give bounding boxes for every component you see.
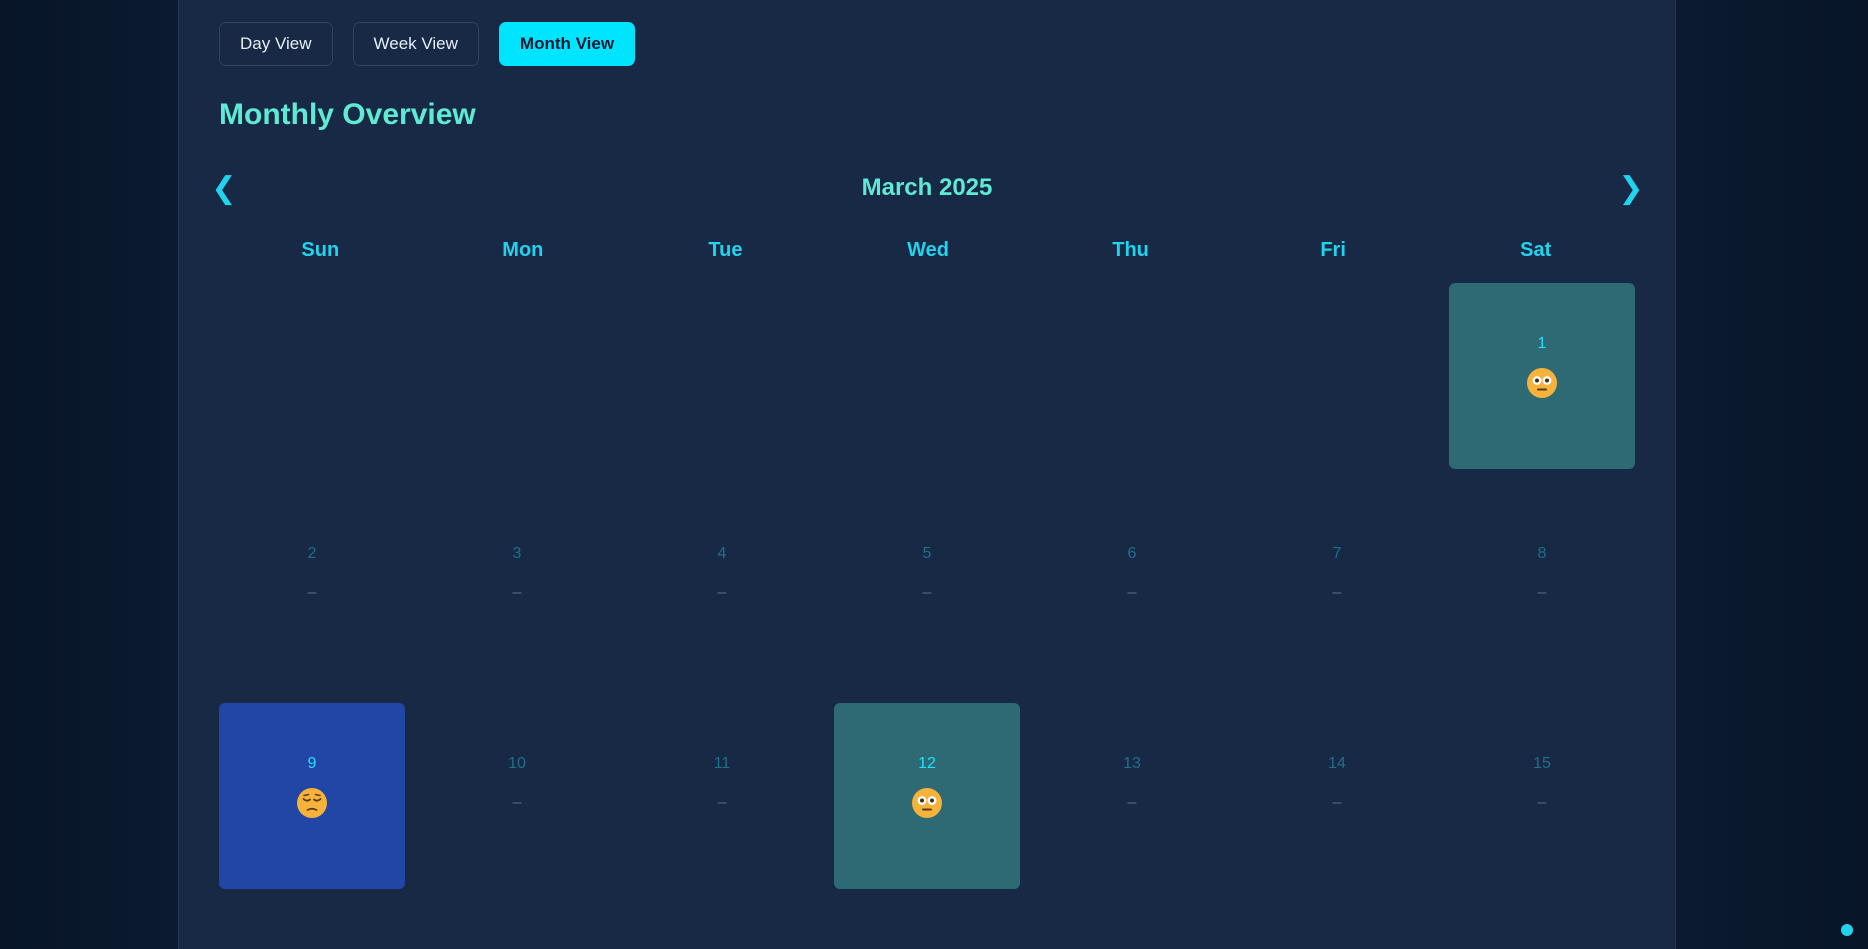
view-switcher: Day View Week View Month View (219, 22, 636, 66)
calendar-day-8[interactable]: 8– (1449, 493, 1635, 679)
calendar-day-11[interactable]: 11 – (629, 703, 815, 889)
weekday-wed: Wed (907, 239, 949, 261)
no-mood-dash: – (307, 584, 317, 601)
day-number: 13 (1123, 755, 1141, 772)
no-mood-dash: – (1127, 794, 1137, 811)
calendar-day-1[interactable]: 1 (1449, 283, 1635, 469)
day-number: 5 (922, 545, 932, 562)
flushed-face-icon (911, 787, 943, 819)
tab-week-view[interactable]: Week View (352, 22, 479, 66)
weekday-thu: Thu (1112, 239, 1149, 261)
calendar-cell-empty (629, 283, 815, 469)
pensive-face-icon (296, 787, 328, 819)
no-mood-dash: – (1332, 584, 1342, 601)
tab-month-view[interactable]: Month View (498, 22, 636, 66)
day-number: 2 (307, 545, 317, 562)
calendar-day-7[interactable]: 7– (1244, 493, 1430, 679)
no-mood-dash: – (512, 584, 522, 601)
tab-day-view[interactable]: Day View (219, 22, 333, 66)
calendar-day-2[interactable]: 2– (219, 493, 405, 679)
calendar-day-14[interactable]: 14 – (1244, 703, 1430, 889)
page-title: Monthly Overview (219, 98, 476, 131)
weekday-mon: Mon (502, 239, 544, 261)
day-number: 12 (918, 755, 936, 772)
no-mood-dash: – (922, 584, 932, 601)
calendar-day-15[interactable]: 15 – (1449, 703, 1635, 889)
calendar-day-13[interactable]: 13 – (1039, 703, 1225, 889)
weekday-sat: Sat (1520, 239, 1552, 261)
day-number: 1 (1537, 335, 1547, 352)
no-mood-dash: – (1332, 794, 1342, 811)
no-mood-dash: – (1537, 584, 1547, 601)
calendar-day-12[interactable]: 12 (834, 703, 1020, 889)
no-mood-dash: – (512, 794, 522, 811)
day-number: 14 (1328, 755, 1346, 772)
day-number: 9 (307, 755, 317, 772)
calendar-day-6[interactable]: 6– (1039, 493, 1225, 679)
weekday-tue: Tue (708, 239, 743, 261)
day-number: 15 (1533, 755, 1551, 772)
status-dot (1841, 924, 1853, 936)
calendar-day-4[interactable]: 4– (629, 493, 815, 679)
calendar-cell-empty (1039, 283, 1225, 469)
weekday-header: Sun Mon Tue Wed Thu Fri Sat (219, 239, 1637, 262)
calendar-day-3[interactable]: 3– (424, 493, 610, 679)
next-month-button[interactable]: ❯ (1615, 168, 1647, 208)
calendar-cell-empty (219, 283, 405, 469)
no-mood-dash: – (717, 794, 727, 811)
weekday-fri: Fri (1320, 239, 1346, 261)
calendar-day-9[interactable]: 9 (219, 703, 405, 889)
day-number: 7 (1332, 545, 1342, 562)
flushed-face-icon (1526, 367, 1558, 399)
day-number: 10 (508, 755, 526, 772)
day-number: 3 (512, 545, 522, 562)
day-number: 8 (1537, 545, 1547, 562)
weekday-sun: Sun (301, 239, 340, 261)
calendar-cell-empty (1244, 283, 1430, 469)
no-mood-dash: – (1127, 584, 1137, 601)
calendar-day-10[interactable]: 10 – (424, 703, 610, 889)
chevron-right-icon: ❯ (1618, 171, 1644, 205)
month-label: March 2025 (861, 174, 993, 201)
calendar-cell-empty (424, 283, 610, 469)
main-panel: Day View Week View Month View Monthly Ov… (178, 0, 1676, 949)
no-mood-dash: – (1537, 794, 1547, 811)
no-mood-dash: – (717, 584, 727, 601)
day-number: 11 (713, 755, 731, 772)
day-number: 4 (717, 545, 727, 562)
calendar-cell-empty (834, 283, 1020, 469)
day-number: 6 (1127, 545, 1137, 562)
calendar-day-5[interactable]: 5– (834, 493, 1020, 679)
calendar-grid: 1 2–3–4–5–6–7–8–9 10–11–12 13–14–15– (219, 283, 1635, 889)
